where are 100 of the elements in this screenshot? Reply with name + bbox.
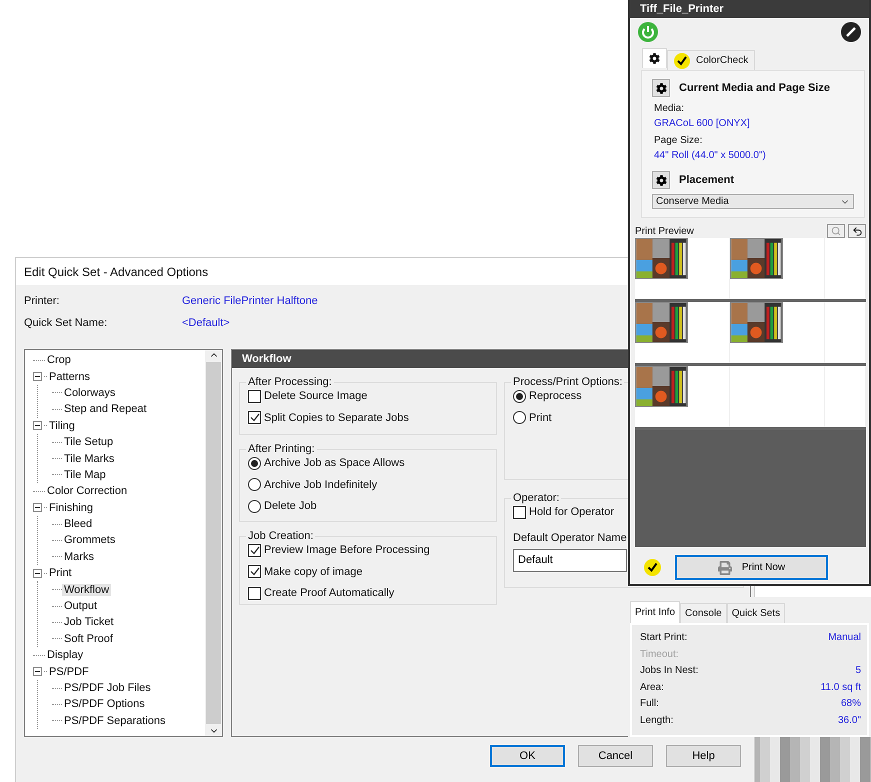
group-title: Job Creation: xyxy=(247,530,314,542)
operator-name-field[interactable]: Default xyxy=(513,548,627,572)
section-heading: Placement xyxy=(679,174,734,186)
panel-tab[interactable] xyxy=(642,48,667,68)
detail-value: GRACoL 600 [ONYX] xyxy=(653,118,751,129)
checkbox[interactable] xyxy=(248,586,261,600)
collapse-icon[interactable] xyxy=(33,503,42,512)
window-title: Edit Quick Set - Advanced Options xyxy=(24,264,208,278)
radio-button[interactable] xyxy=(248,500,261,513)
print-now-button[interactable]: Print Now xyxy=(675,555,828,580)
group-title: Process/Print Options: xyxy=(512,376,624,388)
radio-label: Archive Job as Space Allows xyxy=(264,457,405,470)
detail-value: 44" Roll (44.0" x 5000.0") xyxy=(653,150,767,161)
info-tab[interactable]: Quick Sets xyxy=(726,603,786,623)
settings-icon xyxy=(656,174,666,186)
tree-item[interactable]: Step and Repeat xyxy=(62,403,149,416)
placement-dropdown[interactable]: Conserve Media xyxy=(652,194,854,209)
radio-button[interactable] xyxy=(248,456,261,470)
tree-item[interactable]: Tile Setup xyxy=(62,436,116,448)
detail-label: Page Size: xyxy=(653,135,704,146)
collapse-icon[interactable] xyxy=(33,568,42,578)
checkbox[interactable] xyxy=(248,411,261,424)
tree-item[interactable]: Tiling xyxy=(47,420,77,432)
info-value: Manual xyxy=(828,632,861,645)
field-value: <Default> xyxy=(182,317,230,329)
checkbox[interactable] xyxy=(248,544,261,557)
checkbox-label: Hold for Operator xyxy=(529,506,614,518)
tree-item[interactable]: Finishing xyxy=(47,502,96,514)
info-value: 36.0" xyxy=(838,714,861,728)
info-value: 68% xyxy=(840,698,861,711)
group-title: After Printing: xyxy=(247,443,316,455)
radio-button[interactable] xyxy=(248,478,261,492)
checkbox[interactable] xyxy=(248,565,261,578)
radio-label: Archive Job Indefinitely xyxy=(264,478,378,491)
info-tab[interactable]: Console xyxy=(680,603,727,623)
tree-item[interactable]: Soft Proof xyxy=(62,632,115,645)
tree-item[interactable]: Crop xyxy=(45,354,73,366)
radio-label: Print xyxy=(529,412,552,424)
settings-button[interactable] xyxy=(652,171,670,189)
panel-title: Tiff_File_Printer xyxy=(640,3,724,15)
tree-item[interactable]: Bleed xyxy=(62,518,94,530)
tree-item[interactable]: Tile Marks xyxy=(62,452,116,465)
pencil-icon[interactable] xyxy=(841,22,861,42)
tree-item[interactable]: Marks xyxy=(62,550,96,563)
info-tab[interactable]: Print Info xyxy=(630,601,680,623)
tree-item[interactable]: PS/PDF Options xyxy=(62,698,147,710)
group-title: After Processing: xyxy=(247,376,333,388)
radio-button[interactable] xyxy=(513,411,526,424)
checkbox-label: Delete Source Image xyxy=(264,390,368,402)
tree-item[interactable]: Print xyxy=(47,567,74,580)
radio-label: Delete Job xyxy=(264,500,317,512)
tree-item[interactable]: Output xyxy=(62,600,100,612)
info-value: 5 xyxy=(855,665,861,678)
settings-button[interactable] xyxy=(652,79,670,97)
info-label: Full: xyxy=(640,698,659,711)
tree-item[interactable]: Grommets xyxy=(62,534,118,546)
detail-label: Media: xyxy=(653,103,686,114)
collapse-icon[interactable] xyxy=(33,667,42,676)
info-label: Area: xyxy=(640,682,664,694)
tree-item[interactable]: Workflow xyxy=(62,584,112,596)
scrollbar[interactable] xyxy=(205,350,222,736)
undo-button[interactable] xyxy=(848,224,866,238)
field-label: Default Operator Name xyxy=(513,532,628,544)
checkbox-label: Split Copies to Separate Jobs xyxy=(264,412,409,424)
collapse-icon[interactable] xyxy=(33,421,42,430)
checkbox[interactable] xyxy=(513,506,526,519)
dialog-button[interactable]: OK xyxy=(490,745,565,767)
power-icon[interactable] xyxy=(638,22,658,42)
printer-icon xyxy=(718,560,732,574)
radio-button[interactable] xyxy=(513,390,526,403)
tree-item[interactable]: Display xyxy=(45,649,86,662)
checkbox[interactable] xyxy=(248,390,261,403)
info-label: Start Print: xyxy=(640,632,688,645)
collapse-icon[interactable] xyxy=(33,372,42,382)
radio-label: Reprocess xyxy=(529,390,582,402)
checkbox-label: Make copy of image xyxy=(264,566,362,578)
undo-icon xyxy=(852,226,862,236)
tree-item[interactable]: PS/PDF Separations xyxy=(62,714,168,727)
tree-item[interactable]: Colorways xyxy=(62,386,118,399)
panel-tab[interactable]: ColorCheck xyxy=(667,50,756,70)
group-title: Operator: xyxy=(512,492,560,504)
info-label: Length: xyxy=(640,714,674,728)
field-value: Generic FilePrinter Halftone xyxy=(182,295,318,307)
tree-item[interactable]: Color Correction xyxy=(45,485,130,498)
section-title: Workflow xyxy=(242,353,292,365)
settings-icon xyxy=(649,53,660,64)
tree-item[interactable]: Patterns xyxy=(47,370,92,383)
tree-item[interactable]: Tile Map xyxy=(62,468,108,481)
section-heading: Current Media and Page Size xyxy=(679,82,830,94)
tree-item[interactable]: PS/PDF Job Files xyxy=(62,682,153,694)
dialog-button[interactable]: Cancel xyxy=(578,745,653,767)
preview-title: Print Preview xyxy=(635,226,694,236)
info-value: 11.0 sq ft xyxy=(820,682,861,694)
search-icon xyxy=(831,226,841,236)
tree-item[interactable]: PS/PDF xyxy=(47,666,91,678)
info-label: Jobs In Nest: xyxy=(640,665,698,678)
info-label: Timeout: xyxy=(640,648,679,662)
check-icon xyxy=(644,559,661,576)
tree-item[interactable]: Job Ticket xyxy=(62,616,116,628)
dialog-button[interactable]: Help xyxy=(666,745,741,767)
